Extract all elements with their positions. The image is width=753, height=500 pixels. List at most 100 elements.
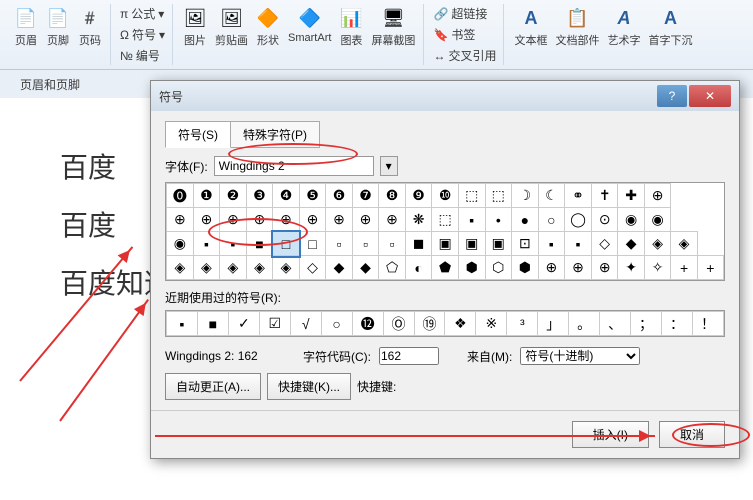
symbol-cell[interactable]: ❼ bbox=[352, 184, 379, 208]
recent-symbol-cell[interactable]: 。 bbox=[569, 312, 600, 336]
symbol-cell[interactable]: ✦ bbox=[618, 256, 644, 280]
symbol-cell[interactable]: ⊕ bbox=[565, 256, 592, 280]
symbol-cell[interactable]: ❽ bbox=[379, 184, 406, 208]
recent-symbol-cell[interactable]: ⓬ bbox=[352, 312, 383, 336]
symbol-cell[interactable]: ⊕ bbox=[220, 208, 247, 232]
symbol-cell[interactable]: ⊕ bbox=[299, 208, 326, 232]
cancel-button[interactable]: 取消 bbox=[659, 421, 725, 448]
symbol-cell[interactable]: ⊕ bbox=[326, 208, 353, 232]
recent-symbol-cell[interactable]: ▪ bbox=[167, 312, 198, 336]
symbol-cell[interactable]: ✧ bbox=[644, 256, 670, 280]
symbol-cell[interactable]: ▫ bbox=[352, 232, 379, 256]
symbol-cell[interactable]: ◈ bbox=[644, 232, 670, 256]
number-button[interactable]: №编号 bbox=[119, 46, 161, 65]
symbol-cell[interactable]: ⬚ bbox=[485, 184, 512, 208]
symbol-cell[interactable]: ▣ bbox=[432, 232, 459, 256]
symbol-cell[interactable]: ◈ bbox=[193, 256, 220, 280]
symbol-cell[interactable]: ❺ bbox=[299, 184, 326, 208]
symbol-cell[interactable]: ❶ bbox=[193, 184, 220, 208]
recent-symbol-cell[interactable]: √ bbox=[290, 312, 321, 336]
symbol-cell[interactable]: + bbox=[671, 256, 697, 280]
symbol-cell[interactable]: ◈ bbox=[220, 256, 247, 280]
recent-symbol-cell[interactable]: ※ bbox=[476, 312, 507, 336]
dialog-titlebar[interactable]: 符号 ? ✕ bbox=[151, 81, 739, 111]
symbol-cell[interactable]: ◈ bbox=[167, 256, 194, 280]
symbol-cell[interactable]: ⊕ bbox=[379, 208, 406, 232]
symbol-cell[interactable]: ▪ bbox=[538, 232, 565, 256]
shapes-button[interactable]: 🔶形状 bbox=[254, 4, 282, 50]
smartart-button[interactable]: 🔷SmartArt bbox=[286, 4, 333, 46]
recent-symbol-cell[interactable]: ⑲ bbox=[414, 312, 445, 336]
symbol-cell[interactable]: ◆ bbox=[618, 232, 644, 256]
symbol-cell[interactable]: ✝ bbox=[591, 184, 617, 208]
charcode-input[interactable] bbox=[379, 347, 439, 365]
symbol-cell[interactable]: ▫ bbox=[379, 232, 406, 256]
symbol-cell[interactable]: ⓿ bbox=[167, 184, 194, 208]
crossref-button[interactable]: ↔交叉引用 bbox=[432, 46, 497, 65]
autocorrect-button[interactable]: 自动更正(A)... bbox=[165, 373, 261, 400]
symbol-cell[interactable]: ◐ bbox=[405, 256, 432, 280]
shortcut-button[interactable]: 快捷键(K)... bbox=[267, 373, 351, 400]
symbol-cell[interactable]: ▣ bbox=[485, 232, 512, 256]
bookmark-button[interactable]: 🔖书签 bbox=[432, 25, 476, 44]
close-button[interactable]: ✕ bbox=[689, 85, 731, 107]
symbol-cell[interactable]: ❋ bbox=[405, 208, 432, 232]
recent-symbol-cell[interactable]: ■ bbox=[197, 312, 228, 336]
dropcap-button[interactable]: A首字下沉 bbox=[646, 4, 694, 50]
footer-button[interactable]: 📄页脚 bbox=[44, 4, 72, 50]
symbol-cell[interactable]: ■ bbox=[246, 232, 273, 256]
symbol-button[interactable]: Ω符号▾ bbox=[119, 25, 166, 44]
symbol-cell[interactable]: ◼ bbox=[405, 232, 432, 256]
symbol-cell[interactable]: ◇ bbox=[591, 232, 617, 256]
symbol-cell[interactable]: ⬡ bbox=[485, 256, 512, 280]
from-select[interactable]: 符号(十进制) bbox=[520, 347, 640, 365]
symbol-cell[interactable]: ▣ bbox=[458, 232, 485, 256]
symbol-cell[interactable]: ⊕ bbox=[167, 208, 194, 232]
symbol-cell[interactable]: ⊙ bbox=[591, 208, 617, 232]
symbol-cell[interactable]: ⊕ bbox=[591, 256, 617, 280]
tab-special-chars[interactable]: 特殊字符(P) bbox=[230, 121, 320, 148]
symbol-cell[interactable]: ▪ bbox=[220, 232, 247, 256]
chart-button[interactable]: 📊图表 bbox=[337, 4, 365, 50]
recent-symbol-cell[interactable]: ： bbox=[662, 312, 693, 336]
symbol-cell[interactable]: ❹ bbox=[273, 184, 300, 208]
symbol-cell[interactable]: • bbox=[485, 208, 512, 232]
recent-symbol-cell[interactable]: Ⓞ bbox=[383, 312, 414, 336]
symbol-cell[interactable]: □ bbox=[273, 232, 300, 256]
symbol-cell[interactable]: ◆ bbox=[352, 256, 379, 280]
symbol-cell[interactable]: ⊕ bbox=[352, 208, 379, 232]
symbol-cell[interactable]: ▪ bbox=[565, 232, 592, 256]
symbol-cell[interactable]: ⬚ bbox=[458, 184, 485, 208]
recent-symbol-cell[interactable]: ☑ bbox=[259, 312, 290, 336]
symbol-cell[interactable]: ◯ bbox=[565, 208, 592, 232]
recent-symbol-cell[interactable]: ； bbox=[631, 312, 662, 336]
recent-symbol-cell[interactable]: ！ bbox=[692, 312, 723, 336]
recent-symbol-cell[interactable]: ❖ bbox=[445, 312, 476, 336]
symbol-cell[interactable]: ✚ bbox=[618, 184, 644, 208]
symbol-cell[interactable]: ❿ bbox=[432, 184, 459, 208]
wordart-button[interactable]: A艺术字 bbox=[605, 4, 642, 50]
symbol-cell[interactable]: ◉ bbox=[618, 208, 644, 232]
equation-button[interactable]: π公式▾ bbox=[119, 4, 165, 23]
symbol-cell[interactable]: ☾ bbox=[538, 184, 565, 208]
symbol-cell[interactable]: ❸ bbox=[246, 184, 273, 208]
hyperlink-button[interactable]: 🔗超链接 bbox=[432, 4, 488, 23]
symbol-cell[interactable]: ⬢ bbox=[458, 256, 485, 280]
pagenum-button[interactable]: #️页码 bbox=[76, 4, 104, 50]
symbol-cell[interactable]: ⊕ bbox=[193, 208, 220, 232]
quickparts-button[interactable]: 📋文档部件 bbox=[553, 4, 601, 50]
symbol-cell[interactable]: ⊕ bbox=[273, 208, 300, 232]
symbol-cell[interactable]: ⬟ bbox=[432, 256, 459, 280]
recent-symbol-cell[interactable]: ○ bbox=[321, 312, 352, 336]
symbol-cell[interactable]: ❷ bbox=[220, 184, 247, 208]
symbol-cell[interactable]: ⊡ bbox=[512, 232, 539, 256]
symbol-cell[interactable]: ▫ bbox=[326, 232, 353, 256]
symbol-cell[interactable]: ⊕ bbox=[644, 184, 670, 208]
symbol-cell[interactable]: ● bbox=[512, 208, 539, 232]
recent-symbol-cell[interactable]: 、 bbox=[600, 312, 631, 336]
symbol-cell[interactable]: ⚭ bbox=[565, 184, 592, 208]
symbol-cell[interactable]: ⊕ bbox=[538, 256, 565, 280]
symbol-cell[interactable]: ❾ bbox=[405, 184, 432, 208]
tab-symbols[interactable]: 符号(S) bbox=[165, 121, 231, 148]
symbol-cell[interactable]: + bbox=[697, 256, 723, 280]
